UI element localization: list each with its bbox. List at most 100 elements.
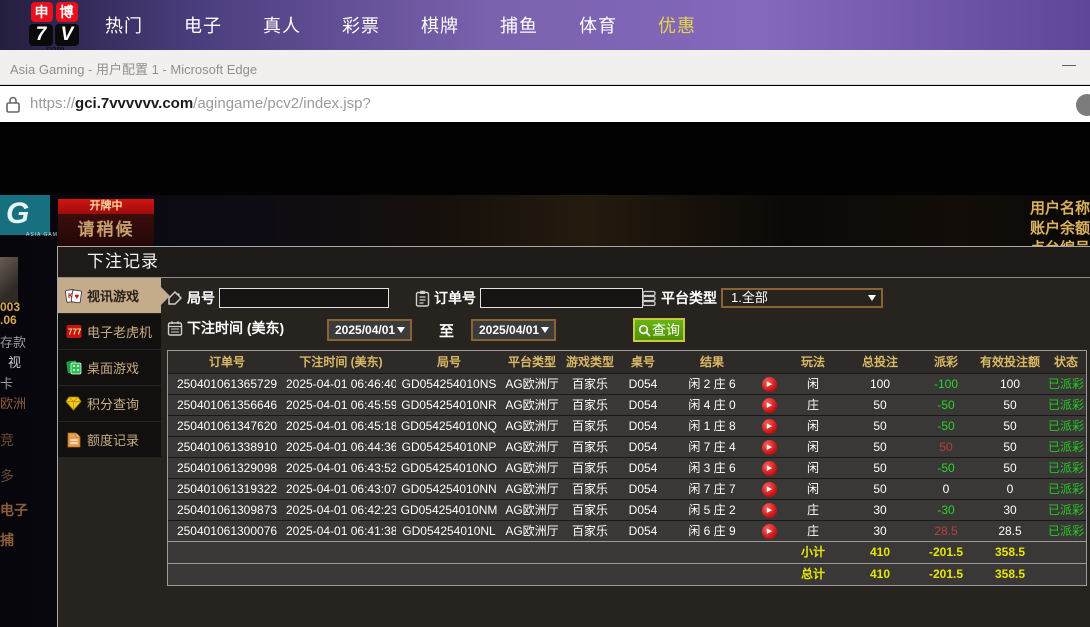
- date-from-picker[interactable]: 2025/04/01: [327, 319, 412, 341]
- nav-item-fishing[interactable]: 捕鱼: [500, 12, 538, 38]
- order-no-label: 订单号: [434, 288, 476, 308]
- replay-video-icon[interactable]: ▶: [762, 461, 777, 476]
- replay-video-icon[interactable]: ▶: [762, 503, 777, 518]
- cell-bet-time: 2025-04-01 06:45:18: [286, 416, 396, 436]
- round-no-input[interactable]: [219, 288, 389, 308]
- nav-item-live[interactable]: 真人: [263, 12, 301, 38]
- sidebar-item-points[interactable]: 积分查询: [58, 386, 161, 421]
- gem-icon: [65, 395, 82, 412]
- cell-round-no: GD054254010NM: [396, 500, 502, 520]
- replay-video-icon[interactable]: ▶: [762, 398, 777, 413]
- cell-game-type: 百家乐: [562, 374, 618, 394]
- site-logo[interactable]: 申 博 7 V .com: [27, 2, 81, 50]
- cell-payout: -50: [916, 395, 976, 415]
- left-fragment: 卡: [0, 373, 13, 392]
- nav-item-sports[interactable]: 体育: [579, 12, 617, 38]
- cell-order-no: 250401061300076: [168, 521, 286, 541]
- cell-order-no: 250401061309873: [168, 500, 286, 520]
- cell-play-type: 闲: [782, 437, 844, 457]
- platform-type-select[interactable]: 1.全部: [721, 288, 883, 308]
- table-row: 250401061319322 2025-04-01 06:43:07 GD05…: [168, 478, 1086, 499]
- subtotal-valid: 358.5: [976, 542, 1044, 563]
- svg-text:♥: ♥: [75, 292, 80, 301]
- cell-total-bet: 30: [844, 500, 916, 520]
- total-valid: 358.5: [976, 564, 1044, 585]
- cell-platform: AG欧洲厅: [502, 395, 562, 415]
- address-bar[interactable]: https://gci.7vvvvvv.com/agingame/pcv2/in…: [0, 86, 1090, 125]
- browser-settings-icon[interactable]: [1076, 94, 1090, 116]
- cell-status: 已派彩: [1044, 479, 1088, 499]
- col-header: 派彩: [916, 351, 976, 373]
- logo-tile-v: V: [55, 24, 79, 46]
- site-navbar: 申 博 7 V .com 热门 电子 真人 彩票 棋牌 捕鱼 体育 优惠: [0, 0, 1090, 50]
- cell-total-bet: 50: [844, 437, 916, 457]
- table-header-row: 订单号 下注时间 (美东) 局号 平台类型 游戏类型 桌号 结果 玩法 总投注 …: [168, 351, 1086, 373]
- dealer-avatar: [0, 257, 18, 303]
- cell-payout: 28.5: [916, 521, 976, 541]
- replay-video-icon[interactable]: ▶: [762, 419, 777, 434]
- nav-item-cards[interactable]: 棋牌: [421, 12, 459, 38]
- cell-bet-time: 2025-04-01 06:45:59: [286, 395, 396, 415]
- replay-video-icon[interactable]: ▶: [762, 440, 777, 455]
- replay-video-icon[interactable]: ▶: [762, 524, 777, 539]
- left-fragment: 视: [8, 352, 21, 371]
- cell-result: 闲 6 庄 9: [668, 521, 756, 541]
- query-button[interactable]: 查询: [633, 318, 685, 342]
- col-header: 桌号: [618, 351, 668, 373]
- cell-round-no: GD054254010NL: [396, 521, 502, 541]
- sidebar-item-quota[interactable]: 额度记录: [58, 422, 161, 457]
- cell-game-type: 百家乐: [562, 479, 618, 499]
- cell-result: 闲 5 庄 2: [668, 500, 756, 520]
- cell-order-no: 250401061365729: [168, 374, 286, 394]
- total-bet: 410: [844, 564, 916, 585]
- replay-video-icon[interactable]: ▶: [762, 377, 777, 392]
- sidebar-item-table-games[interactable]: 桌面游戏: [58, 350, 161, 385]
- cell-platform: AG欧洲厅: [502, 437, 562, 457]
- left-fragment: 003: [0, 300, 20, 314]
- cell-table-no: D054: [618, 479, 668, 499]
- slot-777-icon: 777: [65, 323, 82, 340]
- cell-play-type: 庄: [782, 521, 844, 541]
- cell-status: 已派彩: [1044, 437, 1088, 457]
- cell-platform: AG欧洲厅: [502, 416, 562, 436]
- order-no-input[interactable]: [480, 288, 643, 308]
- minimize-button[interactable]: —: [1062, 56, 1076, 72]
- table-row: 250401061347620 2025-04-01 06:45:18 GD05…: [168, 415, 1086, 436]
- cell-platform: AG欧洲厅: [502, 479, 562, 499]
- cell-payout: -50: [916, 458, 976, 478]
- cell-result: 闲 7 庄 4: [668, 437, 756, 457]
- cell-bet-time: 2025-04-01 06:46:40: [286, 374, 396, 394]
- nav-item-slots[interactable]: 电子: [184, 12, 222, 38]
- cell-bet-time: 2025-04-01 06:41:38: [286, 521, 396, 541]
- cell-order-no: 250401061338910: [168, 437, 286, 457]
- tag-icon: [167, 290, 183, 306]
- grand-total-row: 总计 410 -201.5 358.5: [168, 563, 1086, 585]
- col-header-spacer: [756, 351, 782, 373]
- total-label: 总计: [782, 564, 844, 585]
- cell-round-no: GD054254010NO: [396, 458, 502, 478]
- url-text[interactable]: https://gci.7vvvvvv.com/agingame/pcv2/in…: [30, 95, 371, 112]
- left-fragment: 欧洲: [0, 393, 26, 412]
- cell-status: 已派彩: [1044, 521, 1088, 541]
- cell-play-type: 庄: [782, 500, 844, 520]
- filters: 局号 订单号 平台类型: [167, 286, 1088, 346]
- date-to-picker[interactable]: 2025/04/01: [471, 319, 556, 341]
- nav-item-hot[interactable]: 热门: [105, 12, 143, 38]
- cell-payout: -50: [916, 416, 976, 436]
- nav-item-promo[interactable]: 优惠: [658, 12, 696, 38]
- sidebar-item-slots[interactable]: 777 电子老虎机: [58, 314, 161, 349]
- cell-game-type: 百家乐: [562, 416, 618, 436]
- col-header: 下注时间 (美东): [286, 351, 396, 373]
- sidebar-item-live-games[interactable]: K♥ 视讯游戏: [58, 278, 161, 313]
- cell-play-type: 闲: [782, 416, 844, 436]
- cell-game-type: 百家乐: [562, 500, 618, 520]
- left-fragment: 电子: [0, 500, 28, 520]
- window-titlebar: Asia Gaming - 用户配置 1 - Microsoft Edge —: [0, 50, 1090, 85]
- cell-game-type: 百家乐: [562, 458, 618, 478]
- replay-video-icon[interactable]: ▶: [762, 482, 777, 497]
- cell-table-no: D054: [618, 500, 668, 520]
- calendar-icon: [167, 320, 183, 336]
- cell-status: 已派彩: [1044, 500, 1088, 520]
- col-header: 总投注: [844, 351, 916, 373]
- nav-item-lottery[interactable]: 彩票: [342, 12, 380, 38]
